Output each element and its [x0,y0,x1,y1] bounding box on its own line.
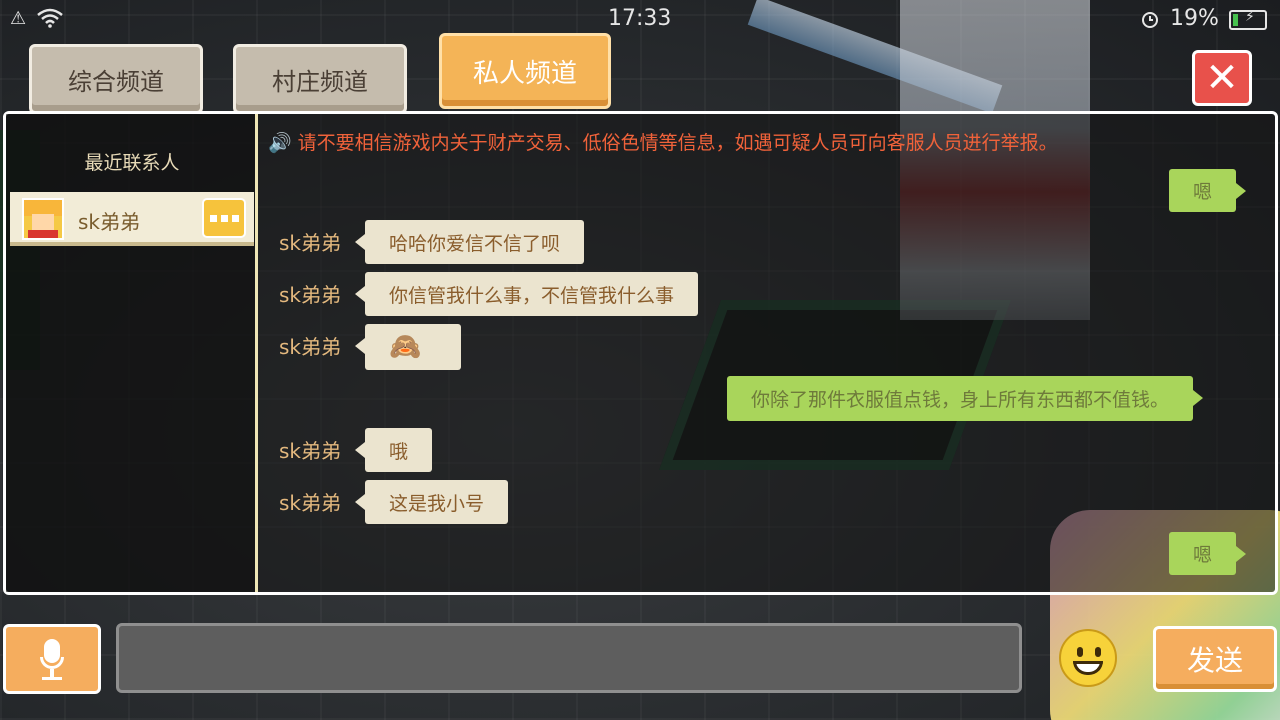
message-sender: sk弟弟 [279,439,342,463]
message-sender: sk弟弟 [279,491,342,515]
message-bubble-incoming: 这是我小号 [354,480,509,524]
message-input[interactable] [116,623,1022,693]
message-text: 你信管我什么事，不信管我什么事 [389,284,675,307]
contacts-sidebar: 最近联系人 sk弟弟 [6,114,258,592]
safety-notice: 🔊 请不要相信游戏内关于财产交易、低俗色情等信息，如遇可疑人员可向客服人员进行举报… [268,128,1058,155]
message-sender: sk弟弟 [279,231,342,255]
tab-label: 综合频道 [68,67,164,96]
message-text: 嗯 [1193,544,1213,566]
send-label: 发送 [1186,644,1243,677]
message-text: 哦 [389,440,409,463]
chat-panel: 最近联系人 sk弟弟 🔊 请不要相信游戏内关于财产交易、低俗色情等信息，如遇可疑人… [3,111,1278,595]
battery-level [1233,14,1238,26]
message-text: 你除了那件衣服值点钱，身上所有东西都不值钱。 [751,389,1170,411]
message-bubble-outgoing: 嗯 [1169,169,1247,212]
battery-charging-icon: ⚡ [1229,9,1267,30]
message-text: 这是我小号 [389,492,485,515]
notice-text: 请不要相信游戏内关于财产交易、低俗色情等信息，如遇可疑人员可向客服人员进行举报。 [297,132,1058,154]
message-bubble-incoming: 🙈 [355,324,461,370]
wifi-icon [37,8,63,28]
tab-private-channel[interactable]: 私人频道 [439,33,611,109]
voice-button[interactable] [3,624,101,694]
emoji-button[interactable] [1059,629,1117,687]
message-text: 哈哈你爱信不信了呗 [389,232,561,255]
recent-contacts-title: 最近联系人 [84,152,180,174]
tab-label: 村庄频道 [272,67,368,96]
battery-percent: 19% [1170,6,1219,31]
message-bubble-outgoing: 嗯 [1169,532,1247,575]
tab-label: 私人频道 [472,58,577,89]
close-icon: ✕ [1205,55,1239,101]
speaker-icon: 🔊 [268,132,292,154]
contact-item[interactable]: sk弟弟 [10,192,254,246]
message-sender: sk弟弟 [279,283,342,307]
message-bubble-incoming: 哈哈你爱信不信了呗 [354,220,585,264]
tab-general-channel[interactable]: 综合频道 [29,44,203,114]
contact-name: sk弟弟 [78,210,141,234]
send-button[interactable]: 发送 [1153,626,1277,692]
notification-icon: ⚠ [10,8,27,29]
message-sender: sk弟弟 [279,335,342,359]
avatar [22,198,64,240]
clock: 17:33 [608,6,672,31]
message-bubble-incoming: 你信管我什么事，不信管我什么事 [354,272,699,316]
more-dot-icon [209,214,217,222]
message-bubble-incoming: 哦 [354,428,433,472]
close-button[interactable]: ✕ [1192,50,1252,106]
more-options-button[interactable] [202,198,246,238]
message-bubble-outgoing: 你除了那件衣服值点钱，身上所有东西都不值钱。 [727,376,1204,421]
message-text: 嗯 [1193,181,1213,203]
status-bar: ⚠ 17:33 19% ⚡ [0,0,1280,36]
tab-village-channel[interactable]: 村庄频道 [233,44,407,114]
alarm-icon [1142,12,1158,28]
see-no-evil-monkey-icon: 🙈 [389,332,422,362]
